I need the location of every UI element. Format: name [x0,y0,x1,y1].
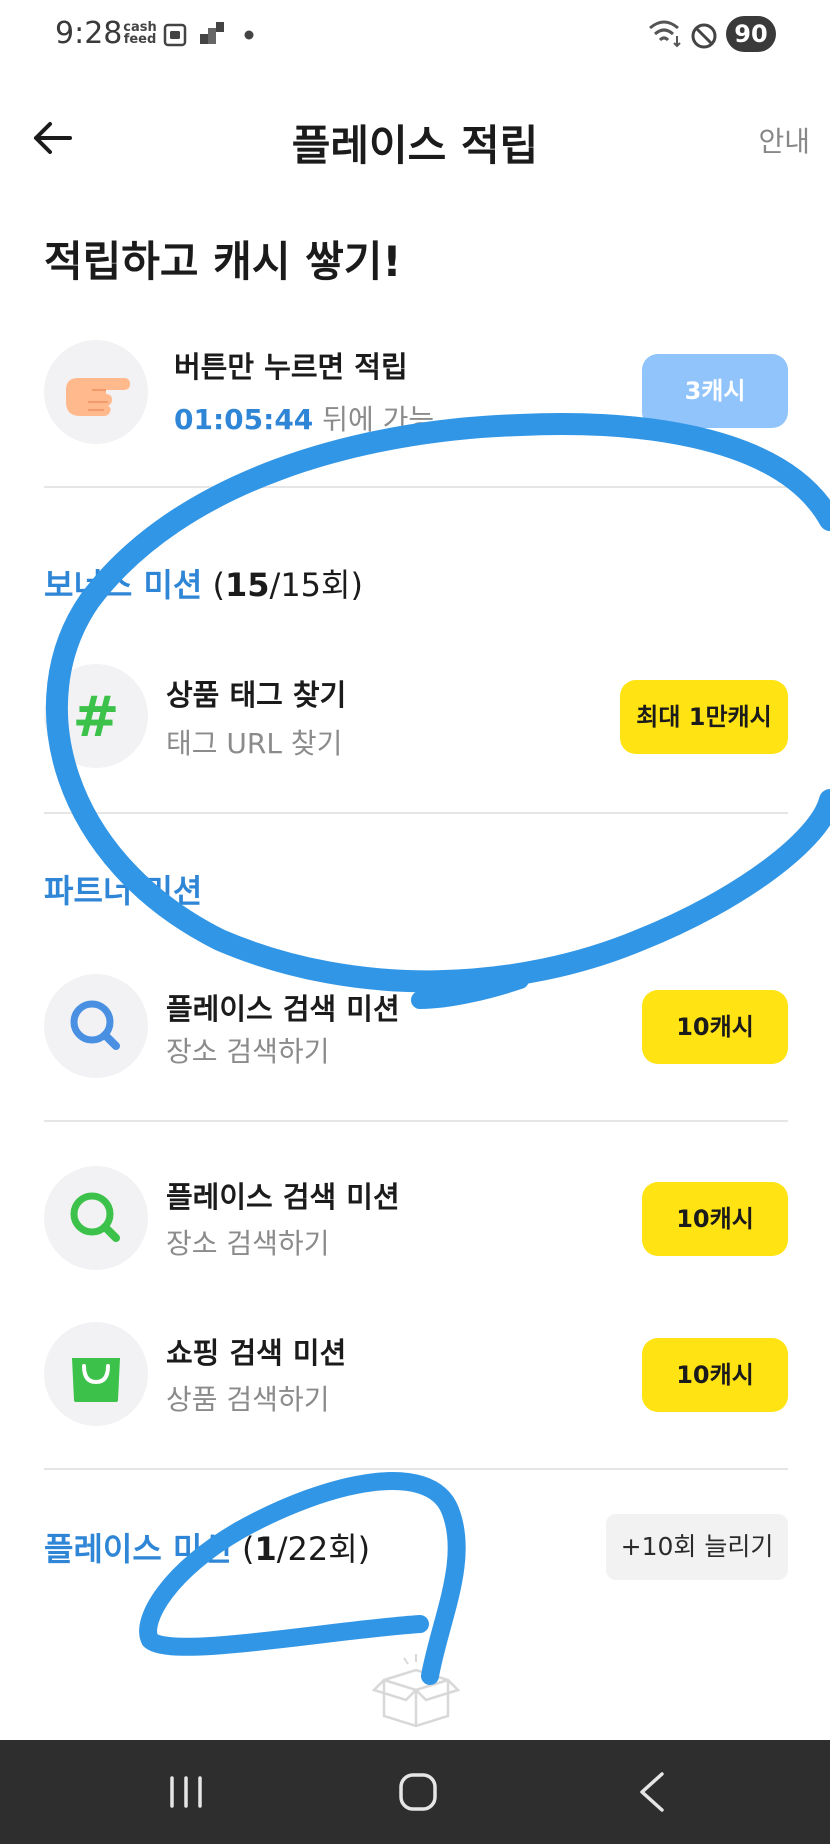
divider [44,812,788,814]
daily-icon-circle [44,340,148,444]
hashtag-icon: # [73,685,120,750]
bonus-section-title: 보너스 미션 (15/15회) [44,560,363,606]
wifi-icon [649,20,681,48]
home-icon[interactable] [388,1766,448,1818]
partner-icon-circle [44,1322,148,1426]
battery-indicator: 90 [726,16,776,52]
shopping-bag-icon [72,1358,120,1402]
bonus-section-count: (15/15회) [202,566,363,604]
partner-mission-row[interactable]: 플레이스 검색 미션 장소 검색하기 10캐시 [44,974,788,1084]
daily-timer: 01:05:44 [174,403,314,436]
system-nav-bar [0,1740,830,1844]
daily-title: 버튼만 누르면 적립 [174,350,408,384]
partner-reward-button[interactable]: 10캐시 [642,1182,788,1256]
partner-item-title: 플레이스 검색 미션 [166,1180,400,1214]
bonus-icon-circle: # [44,664,148,768]
cashfeed-line2: feed [123,32,157,47]
place-count-open: ( [231,1530,255,1568]
status-time: 9:28 [55,16,123,51]
bonus-count-done: 15 [225,566,270,604]
partner-item-title: 플레이스 검색 미션 [166,992,400,1026]
partner-section-title: 파트너 미션 [44,872,203,910]
headline: 적립하고 캐시 쌓기! [44,237,402,286]
increase-limit-button[interactable]: +10회 늘리기 [606,1514,788,1580]
bonus-count-rest: /15회) [269,566,363,604]
daily-reward-row: 버튼만 누르면 적립 01:05:44 뒤에 가능 3캐시 [44,340,788,450]
partner-item-subtitle: 장소 검색하기 [166,1035,330,1068]
divider [44,1120,788,1122]
open-box-icon [371,1654,461,1728]
partner-reward-button[interactable]: 10캐시 [642,1338,788,1412]
status-bar: 9:28 cash feed 90 [0,0,830,70]
cashfeed-notification-icon: cash feed [123,21,157,47]
bonus-item-title: 상품 태그 찾기 [166,678,347,712]
place-section-title: 플레이스 미션 (1/22회) [44,1524,370,1570]
divider [44,1468,788,1470]
place-count-rest: /22회) [276,1530,371,1568]
daily-timer-text: 01:05:44 뒤에 가능 [174,398,434,438]
system-back-icon[interactable] [624,1766,684,1818]
bonus-reward-button[interactable]: 최대 1만캐시 [620,680,788,754]
partner-reward-button[interactable]: 10캐시 [642,990,788,1064]
place-count-done: 1 [254,1530,277,1568]
partner-item-subtitle: 장소 검색하기 [166,1227,330,1260]
bonus-section-label: 보너스 미션 [44,566,203,604]
page-title: 플레이스 적립 [291,121,539,170]
bonus-item-subtitle: 태그 URL 찾기 [166,727,343,760]
partner-mission-row[interactable]: 쇼핑 검색 미션 상품 검색하기 10캐시 [44,1322,788,1432]
app-screen: 9:28 cash feed 90 플레이스 적립 안내 적립하고 캐시 쌓기!… [0,0,830,1844]
partner-item-title: 쇼핑 검색 미션 [166,1336,347,1370]
pointing-hand-icon [66,378,130,416]
screenshot-icon [163,23,187,47]
search-icon [70,1192,120,1242]
bonus-mission-row[interactable]: # 상품 태그 찾기 태그 URL 찾기 최대 1만캐시 [44,664,788,774]
bonus-count-open: ( [202,566,225,604]
place-section-count: (1/22회) [232,1530,370,1568]
search-icon [70,1000,120,1050]
daily-timer-suffix: 뒤에 가능 [313,403,435,436]
partner-icon-circle [44,974,148,1078]
signal-block-icon [200,22,224,44]
partner-mission-row[interactable]: 플레이스 검색 미션 장소 검색하기 10캐시 [44,1166,788,1276]
notification-dot-icon [244,30,254,40]
guide-link[interactable]: 안내 [758,120,810,160]
partner-icon-circle [44,1166,148,1270]
svg-text:#: # [73,685,120,750]
do-not-disturb-icon [691,23,717,49]
daily-reward-button[interactable]: 3캐시 [642,354,788,428]
app-header: 플레이스 적립 안내 [0,90,830,190]
place-section-label: 플레이스 미션 [44,1530,232,1568]
recent-apps-icon[interactable] [156,1766,216,1818]
divider [44,486,788,488]
partner-item-subtitle: 상품 검색하기 [166,1383,330,1416]
